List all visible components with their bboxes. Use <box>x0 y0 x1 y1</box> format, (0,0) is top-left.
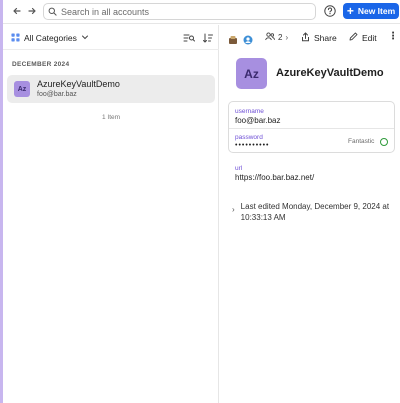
item-avatar: Az <box>14 81 30 97</box>
people-icon <box>265 32 275 43</box>
search-bar[interactable] <box>43 3 316 20</box>
share-count: 2 <box>278 33 283 42</box>
plus-icon: + <box>346 4 354 18</box>
filter-sort-icon[interactable] <box>183 31 195 43</box>
detail-toolbar: 2 › Share Edit ⋮ <box>220 25 400 50</box>
detail-avatar: Az <box>236 58 267 89</box>
username-label: username <box>235 108 264 115</box>
more-options-icon[interactable]: ⋮ <box>388 31 398 43</box>
password-value[interactable]: •••••••••• <box>235 142 270 149</box>
category-bar: All Categories <box>3 25 219 50</box>
forward-arrow-icon[interactable] <box>24 3 40 19</box>
account-icon <box>243 32 253 45</box>
new-item-button[interactable]: + New Item <box>343 3 399 19</box>
chevron-down-icon <box>81 33 89 43</box>
vault-indicators[interactable] <box>228 32 253 45</box>
edit-button[interactable]: Edit <box>349 32 377 43</box>
new-item-label: New Item <box>357 6 396 16</box>
item-count: 1 Item <box>101 114 121 121</box>
shared-with[interactable]: 2 › <box>265 32 288 43</box>
category-label: All Categories <box>24 33 77 43</box>
pencil-icon <box>349 32 358 43</box>
url-value[interactable]: https://foo.bar.baz.net/ <box>235 173 314 182</box>
last-edited-row[interactable]: › Last edited Monday, December 9, 2024 a… <box>232 201 392 223</box>
field-divider <box>229 128 394 129</box>
password-strength-label: Fantastic <box>348 138 375 145</box>
share-label: Share <box>314 33 337 43</box>
username-value[interactable]: foo@bar.baz <box>235 116 280 125</box>
chevron-right-icon: › <box>285 33 289 42</box>
share-icon <box>301 32 310 44</box>
top-toolbar: + New Item <box>3 0 400 24</box>
category-selector[interactable]: All Categories <box>11 32 89 44</box>
share-button[interactable]: Share <box>301 32 337 44</box>
edit-label: Edit <box>362 32 377 43</box>
password-label: password <box>235 134 263 141</box>
back-arrow-icon[interactable] <box>9 3 25 19</box>
list-item[interactable]: Az AzureKeyVaultDemo foo@bar.baz <box>7 75 215 103</box>
password-strength-icon <box>380 138 388 146</box>
chevron-right-icon: › <box>232 205 235 214</box>
item-title: AzureKeyVaultDemo <box>37 79 120 89</box>
url-label: url <box>235 165 243 172</box>
item-detail-pane: 2 › Share Edit ⋮ Az AzureKeyVaultDemo us… <box>220 25 400 403</box>
section-header: DECEMBER 2024 <box>12 61 70 68</box>
item-list-pane: All Categories DECEMBER 2024 Az AzureKey… <box>3 25 219 403</box>
sort-order-icon[interactable] <box>202 31 214 43</box>
last-edited-text: Last edited Monday, December 9, 2024 at … <box>240 202 390 222</box>
login-fields-card: username foo@bar.baz password ••••••••••… <box>228 101 395 153</box>
grid-icon <box>11 32 20 44</box>
item-subtitle: foo@bar.baz <box>37 91 77 98</box>
detail-title: AzureKeyVaultDemo <box>276 67 384 79</box>
vault-icon <box>228 32 238 44</box>
app-window: + New Item All Categories <box>0 0 400 403</box>
search-input[interactable] <box>61 6 301 17</box>
search-icon <box>48 3 57 21</box>
help-icon[interactable] <box>323 4 337 18</box>
